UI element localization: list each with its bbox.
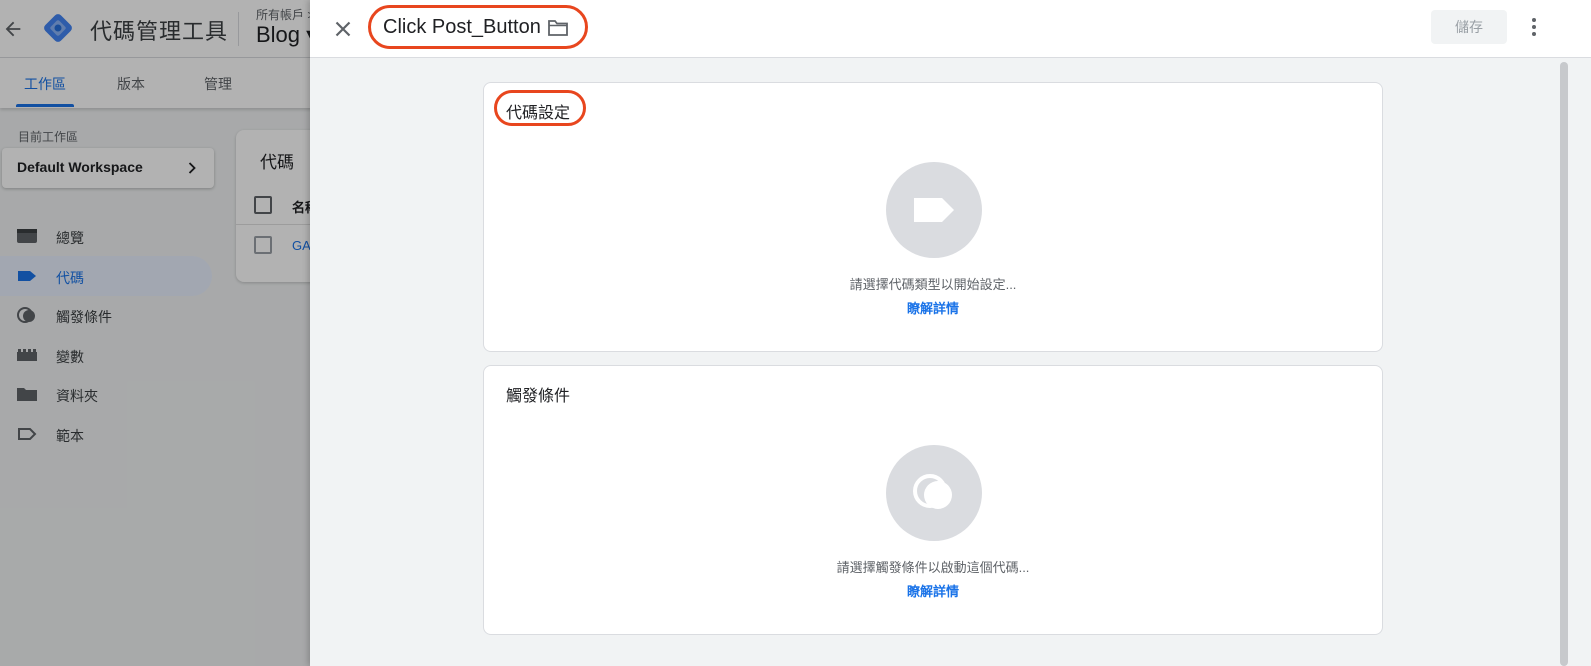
scrollbar[interactable]	[1560, 62, 1568, 666]
triggering-hint: 請選擇觸發條件以啟動這個代碼...	[836, 560, 1030, 575]
triggering-title: 觸發條件	[506, 388, 571, 405]
choose-tag-type-button[interactable]	[886, 162, 982, 258]
choose-trigger-button[interactable]	[886, 445, 982, 541]
trigger-type-icon	[913, 474, 952, 509]
learn-more-link[interactable]: 瞭解詳情	[484, 581, 1382, 600]
tag-name-field[interactable]: Click Post_Button	[383, 16, 541, 39]
tag-editor-header: Click Post_Button 儲存	[310, 0, 1591, 58]
tag-type-icon	[914, 198, 954, 222]
tag-editor-panel: Click Post_Button 儲存 代碼設定 請選擇代碼類型以開始設定..…	[310, 0, 1591, 666]
more-vert-icon[interactable]	[1524, 15, 1544, 39]
tag-configuration-title: 代碼設定	[506, 105, 571, 122]
tag-configuration-card: 代碼設定 請選擇代碼類型以開始設定... 瞭解詳情	[483, 82, 1383, 352]
tag-configuration-hint: 請選擇代碼類型以開始設定...	[849, 277, 1017, 292]
save-button[interactable]: 儲存	[1431, 10, 1507, 44]
learn-more-link[interactable]: 瞭解詳情	[484, 298, 1382, 317]
folder-outline-icon[interactable]	[547, 18, 569, 38]
tag-title-highlight: Click Post_Button	[368, 5, 588, 49]
close-icon[interactable]	[330, 16, 356, 42]
triggering-card: 觸發條件 請選擇觸發條件以啟動這個代碼... 瞭解詳情	[483, 365, 1383, 635]
